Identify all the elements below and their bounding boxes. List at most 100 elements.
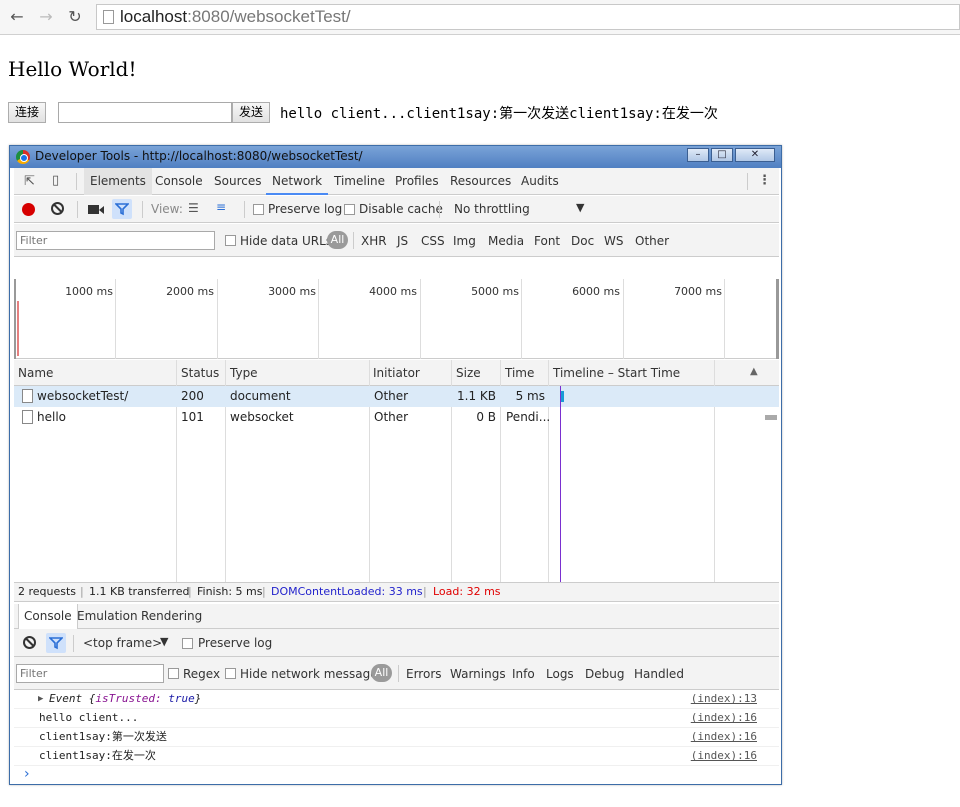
network-summary-bar: 2 requests | 1.1 KB transferred | Finish… — [14, 582, 779, 602]
close-icon[interactable]: ✕ — [735, 148, 775, 162]
record-icon[interactable] — [22, 203, 35, 216]
console-filter-all-button[interactable]: All — [371, 664, 392, 682]
summary-separator: | — [262, 585, 266, 598]
drawer-tab-console[interactable]: Console — [18, 604, 78, 630]
reload-icon[interactable]: ↻ — [64, 6, 86, 28]
console-filter-icon[interactable] — [46, 633, 66, 653]
tab-resources[interactable]: Resources — [444, 168, 517, 195]
filter-type-other[interactable]: Other — [635, 234, 669, 248]
table-row[interactable]: hello 101 websocket Other 0 B Pendi... — [14, 407, 779, 428]
throttling-select[interactable]: No throttling — [454, 202, 530, 216]
toolbar-separator — [73, 635, 74, 652]
preserve-log-checkbox[interactable] — [253, 204, 264, 215]
tab-console[interactable]: Console — [149, 168, 209, 195]
column-initiator[interactable]: Initiator — [369, 360, 451, 386]
console-message[interactable]: ▶ Event {isTrusted: true} (index):13 — [14, 690, 779, 709]
filter-all-button[interactable]: All — [327, 231, 348, 249]
clear-icon[interactable] — [51, 202, 64, 215]
column-size[interactable]: Size — [452, 360, 500, 386]
level-warnings[interactable]: Warnings — [450, 667, 506, 681]
filter-type-font[interactable]: Font — [534, 234, 560, 248]
connect-button[interactable]: 连接 — [8, 102, 47, 123]
overview-left-handle[interactable] — [14, 279, 16, 359]
column-name[interactable]: Name — [14, 360, 176, 386]
request-status: 200 — [181, 389, 204, 403]
request-status: 101 — [181, 410, 204, 424]
column-time[interactable]: Time — [501, 360, 549, 386]
regex-checkbox[interactable] — [168, 668, 179, 679]
messages-output: hello client...client1say:第一次发送client1sa… — [280, 106, 718, 122]
message-input[interactable] — [58, 102, 232, 123]
console-message-text: client1say:在发一次 — [39, 749, 156, 762]
large-rows-icon[interactable]: ☰ — [188, 201, 199, 215]
request-size: 0 B — [476, 410, 496, 424]
send-button[interactable]: 发送 — [232, 102, 271, 123]
overview-right-handle[interactable] — [776, 279, 779, 359]
tab-sources[interactable]: Sources — [208, 168, 267, 195]
console-prompt[interactable]: › — [24, 767, 30, 781]
network-overview[interactable]: 1000 ms 2000 ms 3000 ms 4000 ms 5000 ms … — [14, 279, 779, 359]
more-menu-icon[interactable]: ⋮ — [758, 173, 771, 188]
frame-chevron-down-icon[interactable]: ▼ — [160, 635, 168, 648]
console-source-link[interactable]: (index):16 — [691, 709, 757, 727]
drawer-tab-emulation[interactable]: Emulation — [72, 604, 143, 629]
filter-type-media[interactable]: Media — [488, 234, 524, 248]
filter-type-doc[interactable]: Doc — [571, 234, 594, 248]
level-info[interactable]: Info — [512, 667, 535, 681]
capture-screenshots-icon[interactable] — [88, 205, 104, 214]
tab-separator — [76, 173, 77, 190]
filter-icon[interactable] — [112, 199, 132, 219]
device-mode-icon[interactable]: ▯ — [52, 173, 59, 188]
console-message[interactable]: client1say:在发一次 (index):16 — [14, 747, 779, 766]
overview-icon[interactable]: ≡ — [216, 200, 226, 214]
console-source-link[interactable]: (index):16 — [691, 728, 757, 746]
console-preserve-log-label: Preserve log — [198, 636, 273, 650]
disable-cache-checkbox[interactable] — [344, 204, 355, 215]
console-filter-input[interactable] — [16, 664, 164, 683]
level-errors[interactable]: Errors — [406, 667, 442, 681]
throttling-chevron-down-icon[interactable]: ▼ — [576, 201, 584, 214]
hide-network-checkbox[interactable] — [225, 668, 236, 679]
frame-select[interactable]: <top frame> — [83, 636, 162, 650]
filter-type-img[interactable]: Img — [453, 234, 476, 248]
network-filter-input[interactable] — [16, 231, 215, 250]
column-type[interactable]: Type — [226, 360, 369, 386]
column-status[interactable]: Status — [177, 360, 225, 386]
request-table-body: websocketTest/ 200 document Other 1.1 KB… — [14, 386, 779, 582]
filter-type-ws[interactable]: WS — [604, 234, 623, 248]
minimize-icon[interactable]: – — [687, 148, 709, 162]
level-debug[interactable]: Debug — [585, 667, 624, 681]
level-logs[interactable]: Logs — [546, 667, 574, 681]
browser-toolbar: ← → ↻ localhost:8080/websocketTest/ — [0, 0, 960, 35]
toolbar-separator — [439, 201, 440, 218]
console-source-link[interactable]: (index):13 — [691, 690, 757, 708]
maximize-icon[interactable]: □ — [711, 148, 733, 162]
sort-triangle-up-icon[interactable]: ▲ — [750, 366, 758, 377]
request-size: 1.1 KB — [457, 389, 496, 403]
filter-type-xhr[interactable]: XHR — [361, 234, 387, 248]
forward-icon[interactable]: → — [35, 6, 57, 28]
drawer-tab-rendering[interactable]: Rendering — [136, 604, 207, 629]
console-message[interactable]: hello client... (index):16 — [14, 709, 779, 728]
expand-triangle-icon[interactable]: ▶ — [38, 690, 43, 708]
console-clear-icon[interactable] — [23, 636, 36, 649]
filter-type-css[interactable]: CSS — [421, 234, 445, 248]
devtools-titlebar[interactable]: Developer Tools - http://localhost:8080/… — [10, 146, 781, 168]
tab-elements[interactable]: Elements — [84, 168, 152, 195]
inspect-element-icon[interactable]: ⇱ — [24, 174, 35, 189]
back-icon[interactable]: ← — [6, 6, 28, 28]
tab-profiles[interactable]: Profiles — [389, 168, 445, 195]
console-source-link[interactable]: (index):16 — [691, 747, 757, 765]
table-row[interactable]: websocketTest/ 200 document Other 1.1 KB… — [14, 386, 779, 407]
console-message[interactable]: client1say:第一次发送 (index):16 — [14, 728, 779, 747]
filter-type-js[interactable]: JS — [397, 234, 408, 248]
console-preserve-log-checkbox[interactable] — [182, 638, 193, 649]
tab-timeline[interactable]: Timeline — [328, 168, 391, 195]
level-handled[interactable]: Handled — [634, 667, 684, 681]
tab-network[interactable]: Network — [266, 168, 329, 195]
column-timeline[interactable]: Timeline – Start Time — [549, 360, 714, 386]
tab-audits[interactable]: Audits — [515, 168, 565, 195]
address-bar[interactable]: localhost:8080/websocketTest/ — [96, 4, 960, 30]
chrome-logo-icon — [16, 150, 30, 164]
hide-data-urls-checkbox[interactable] — [225, 235, 236, 246]
